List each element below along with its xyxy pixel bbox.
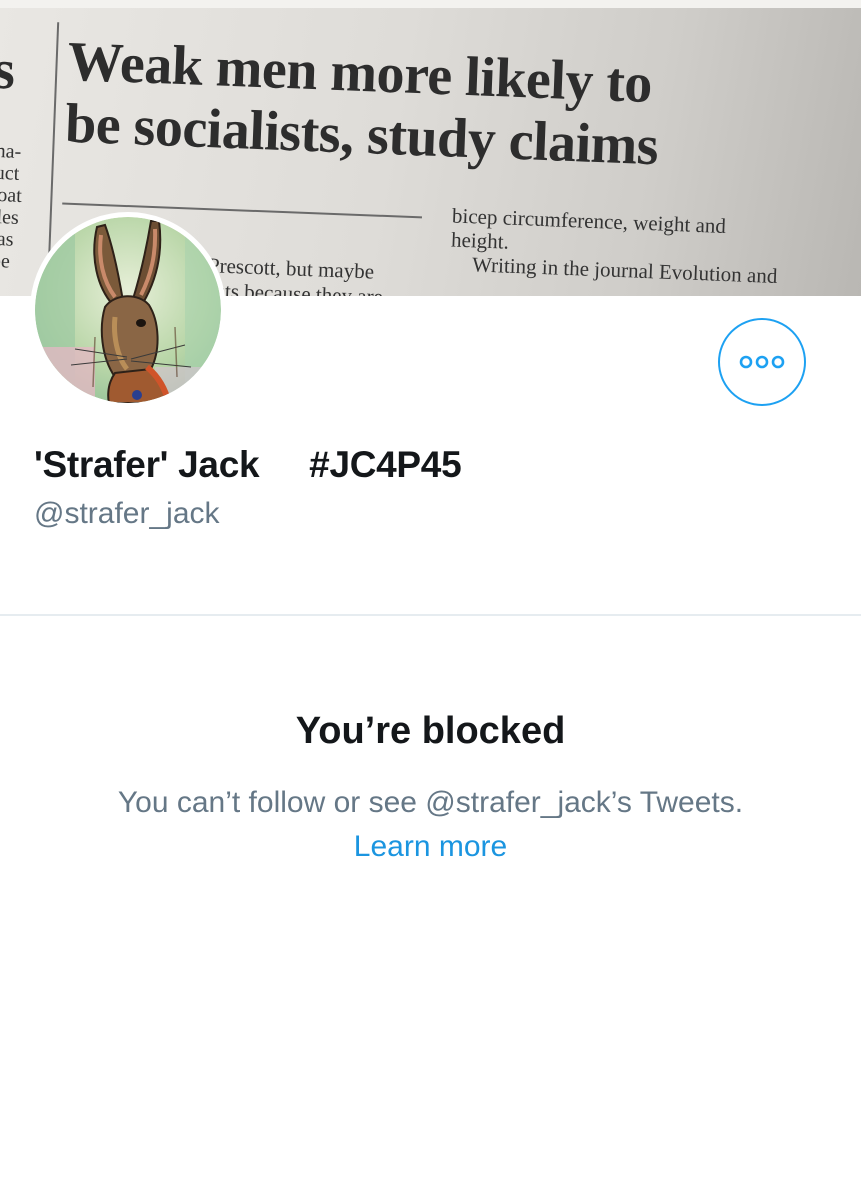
- profile-display-name: 'Strafer' Jack #JC4P45: [34, 444, 462, 485]
- section-divider: [0, 614, 861, 616]
- body-text-right-3: Writing in the journal Evolution and: [471, 252, 778, 289]
- body-text-right-2: height.: [450, 227, 510, 254]
- newspaper-headline: Weak men more likely to be socialists, s…: [64, 31, 662, 178]
- blocked-message: You can’t follow or see @strafer_jack’s …: [117, 786, 744, 819]
- learn-more-link[interactable]: Learn more: [0, 830, 861, 864]
- headline-fragment: s: [0, 38, 17, 102]
- blocked-title: You’re blocked: [295, 710, 566, 752]
- more-options-icon: [739, 355, 785, 369]
- hare-painting-icon: [35, 217, 221, 403]
- left-column-text: ma- luct coat cles has be: [0, 139, 23, 273]
- profile-handle: @strafer_jack: [34, 497, 220, 530]
- more-options-button[interactable]: [718, 318, 806, 406]
- avatar[interactable]: [30, 212, 226, 408]
- profile-page: s Weak men more likely to be socialists,…: [0, 0, 861, 1200]
